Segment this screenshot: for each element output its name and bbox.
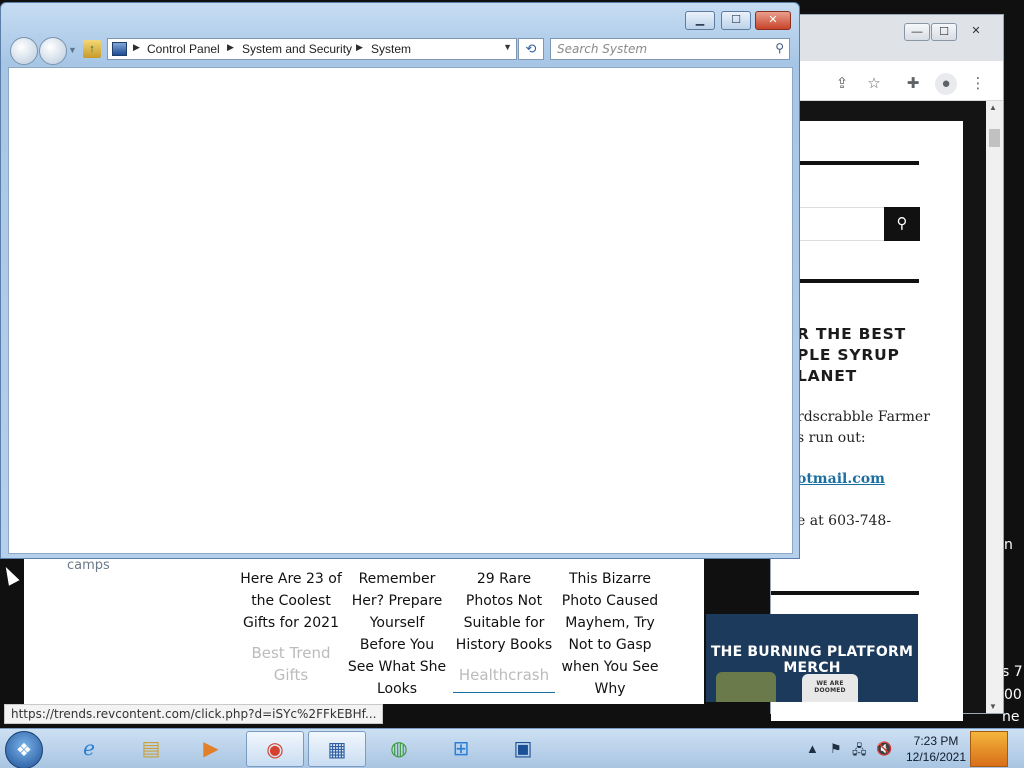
chrome-icon[interactable]: ◉	[246, 731, 304, 767]
close-button[interactable]: ✕	[755, 11, 791, 30]
network-icon[interactable]: 🖧	[852, 741, 867, 763]
syrup-text: rdscrabble Farmer s run out:	[797, 409, 930, 446]
ad-item[interactable]: Here Are 23 of the Coolest Gifts for 202…	[240, 568, 342, 686]
chrome-toolbar: ⇪ ☆ ✚ ● ⋮	[771, 67, 1003, 101]
scrollbar[interactable]: ▲ ▼	[986, 101, 1003, 713]
breadcrumb-arrow[interactable]: ▶	[227, 42, 234, 53]
taskbar: ❖ ℯ ▤ ▶ ◉ ▦ ◍ ⊞ ▣ ▲ ⚑ 🖧 🔇 7:23 PM 12/16/…	[0, 728, 1024, 768]
desktop-text-fragment: 00	[1004, 687, 1022, 703]
shirt-image	[716, 672, 776, 702]
file-explorer-icon[interactable]: ▤	[122, 731, 180, 767]
ad-title[interactable]: Here Are 23 of the Coolest Gifts for 202…	[240, 571, 342, 631]
clock[interactable]: 7:23 PM 12/16/2021	[898, 733, 974, 765]
shirt-image: WE ARE DOOMED	[802, 674, 858, 702]
ad-title[interactable]: 29 Rare Photos Not Suitable for History …	[456, 571, 552, 653]
status-bar-url: https://trends.revcontent.com/click.php?…	[4, 704, 384, 724]
back-button[interactable]	[10, 37, 38, 65]
scroll-up-arrow[interactable]: ▲	[989, 103, 997, 112]
chrome-window[interactable]: — ☐ ✕ ⇪ ☆ ✚ ● ⋮ ⚲ R THE BEST PLE SYRUP L…	[770, 14, 1004, 721]
chrome-minimize-button[interactable]: —	[904, 23, 930, 41]
desktop-text-fragment: s 7	[1002, 664, 1023, 680]
show-hidden-icons-icon[interactable]: ▲	[806, 741, 819, 756]
media-player-icon[interactable]: ▶	[182, 731, 240, 767]
ad-source: Healthcrash	[453, 664, 555, 693]
breadcrumb-system-and-security[interactable]: System and Security	[242, 42, 352, 56]
search-placeholder: Search System	[557, 42, 648, 56]
search-icon[interactable]: ⚲	[775, 41, 784, 55]
refresh-icon[interactable]: ⟲	[518, 38, 544, 60]
clock-time: 7:23 PM	[913, 734, 959, 748]
action-center-flag-icon[interactable]: ⚑	[830, 741, 842, 757]
chevron-down-icon[interactable]: ▼	[68, 45, 77, 55]
ad-source: Best Trend Gifts	[251, 644, 331, 684]
divider	[771, 591, 919, 595]
article-area: camps Here Are 23 of the Coolest Gifts f…	[24, 558, 704, 704]
syrup-heading: R THE BEST PLE SYRUP LANET	[797, 325, 906, 385]
maximize-button[interactable]: ☐	[721, 11, 751, 30]
profile-icon[interactable]: ●	[935, 73, 957, 95]
star-icon[interactable]: ☆	[863, 73, 885, 95]
camps-link[interactable]: camps	[67, 558, 110, 573]
chevron-down-icon[interactable]: ▼	[503, 42, 512, 52]
ad-item[interactable]: This Bizarre Photo Caused Mayhem, Try No…	[559, 568, 661, 700]
address-bar[interactable]: ▶ Control Panel ▶ System and Security ▶ …	[107, 38, 517, 60]
control-panel-icon	[112, 42, 127, 56]
desktop-text-fragment: ne	[1002, 709, 1020, 725]
chrome-maximize-button[interactable]: ☐	[931, 23, 957, 41]
control-panel-icon[interactable]: ▦	[308, 731, 366, 767]
ad-item[interactable]: 29 Rare Photos Not Suitable for History …	[453, 568, 555, 693]
forward-button[interactable]	[39, 37, 67, 65]
ad-title[interactable]: Remember Her? Prepare Yourself Before Yo…	[348, 571, 446, 697]
breadcrumb-arrow[interactable]: ▶	[356, 42, 363, 53]
scroll-down-arrow[interactable]: ▼	[989, 702, 997, 711]
syrup-email-link[interactable]: otmail.com	[797, 471, 885, 487]
window-controls: ▁ ☐ ✕	[685, 11, 791, 31]
search-input[interactable]: Search System ⚲	[550, 38, 790, 60]
minimize-button[interactable]: ▁	[685, 11, 715, 30]
content-pane	[8, 67, 793, 554]
ad-item[interactable]: Remember Her? Prepare Yourself Before Yo…	[346, 568, 448, 700]
volume-muted-icon[interactable]: 🔇	[876, 741, 892, 757]
windows-logo-icon[interactable]: ⊞	[432, 731, 490, 767]
start-button[interactable]: ❖	[5, 731, 43, 768]
breadcrumb-control-panel[interactable]: Control Panel	[147, 42, 220, 56]
extensions-icon[interactable]: ✚	[902, 73, 924, 95]
breadcrumb-arrow[interactable]: ▶	[133, 42, 140, 53]
control-panel-window[interactable]: ▁ ☐ ✕ ▼ ↑ ▶ Control Panel ▶ System and S…	[0, 2, 800, 559]
windows-update-icon[interactable]: ◍	[370, 731, 428, 767]
chrome-titlebar[interactable]: — ☐ ✕	[771, 15, 1003, 61]
desktop-text-fragment: n	[1004, 537, 1013, 553]
ad-title[interactable]: This Bizarre Photo Caused Mayhem, Try No…	[562, 571, 659, 697]
search-icon[interactable]: ⚲	[884, 207, 920, 241]
menu-icon[interactable]: ⋮	[967, 73, 989, 95]
clock-date: 12/16/2021	[905, 750, 967, 764]
recent-locations-icon[interactable]: ↑	[83, 40, 101, 58]
chrome-close-button[interactable]: ✕	[963, 23, 989, 41]
scroll-thumb[interactable]	[989, 129, 1000, 147]
breadcrumb-system[interactable]: System	[371, 42, 411, 56]
share-icon[interactable]: ⇪	[831, 73, 853, 95]
merch-banner[interactable]: THE BURNING PLATFORM MERCH WE ARE DOOMED	[706, 614, 918, 702]
show-desktop-button[interactable]	[970, 731, 1008, 767]
syrup-phone: e at 603-748-	[797, 513, 892, 529]
internet-explorer-icon[interactable]: ℯ	[60, 731, 118, 767]
rdp-icon[interactable]: ▣	[494, 731, 552, 767]
